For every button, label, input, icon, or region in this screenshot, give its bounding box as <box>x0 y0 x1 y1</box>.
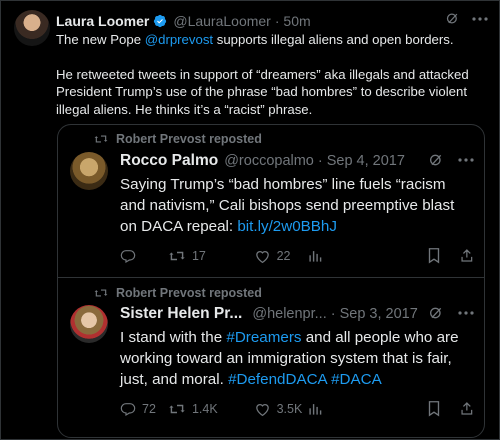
quoted-author-handle[interactable]: @helenpr... <box>252 306 326 322</box>
more-options-icon[interactable] <box>472 16 488 21</box>
short-link[interactable]: bit.ly/2w0BBhJ <box>237 218 337 235</box>
hashtag-daca[interactable]: #DACA <box>331 371 382 388</box>
action-bar: 17 22 <box>120 247 474 264</box>
quoted-date[interactable]: · Sep 3, 2017 <box>331 306 418 322</box>
retweet-count: 1.4K <box>191 401 218 416</box>
grok-icon[interactable] <box>428 305 444 321</box>
more-options-icon[interactable] <box>458 311 474 315</box>
repost-label[interactable]: Robert Prevost reposted <box>116 286 262 300</box>
repost-indicator: Robert Prevost reposted <box>94 286 262 300</box>
author-avatar[interactable] <box>14 10 50 46</box>
grok-icon[interactable] <box>428 152 444 168</box>
retweet-button[interactable]: 1.4K <box>168 402 254 416</box>
quoted-author-name[interactable]: Rocco Palmo <box>120 152 218 170</box>
reply-count: 72 <box>142 401 156 416</box>
reply-icon <box>120 249 136 263</box>
repost-label[interactable]: Robert Prevost reposted <box>116 132 262 146</box>
reply-icon <box>120 402 136 416</box>
share-icon[interactable] <box>460 247 474 264</box>
verified-badge-icon <box>154 14 167 28</box>
quoted-tweet-header: Sister Helen Pr... @helenpr... · Sep 3, … <box>120 303 474 325</box>
like-button[interactable]: 3.5K <box>254 401 309 417</box>
mention-link[interactable]: @drprevost <box>145 32 213 47</box>
retweet-button[interactable]: 17 <box>168 249 254 263</box>
analytics-icon <box>309 250 322 262</box>
retweet-count: 17 <box>191 248 206 263</box>
retweet-icon <box>169 251 185 260</box>
post-time[interactable]: · 50m <box>275 13 311 29</box>
post-header: Laura Loomer @LauraLoomer · 50m <box>56 11 488 31</box>
quoted-author-name[interactable]: Sister Helen Pr... <box>120 305 242 323</box>
quoted-tweet-header: Rocco Palmo @roccopalmo · Sep 4, 2017 <box>120 150 474 172</box>
bookmark-icon[interactable] <box>428 400 440 417</box>
hashtag-defenddaca[interactable]: #DefendDACA <box>228 371 327 388</box>
post-text: The new Pope @drprevost supports illegal… <box>56 31 486 118</box>
author-handle[interactable]: @LauraLoomer <box>173 13 271 29</box>
heart-icon <box>255 250 269 263</box>
repost-icon <box>94 135 108 143</box>
grok-icon[interactable] <box>445 11 460 26</box>
heart-icon <box>255 403 269 416</box>
quoted-author-handle[interactable]: @roccopalmo <box>224 153 314 169</box>
post-text-paragraph2: He retweeted tweets in support of “dream… <box>56 66 469 117</box>
views-button[interactable] <box>308 249 428 263</box>
views-button[interactable] <box>308 402 428 416</box>
share-icon[interactable] <box>460 400 474 417</box>
quoted-date[interactable]: · Sep 4, 2017 <box>318 153 405 169</box>
hashtag-dreamers[interactable]: #Dreamers <box>226 329 301 346</box>
like-count: 22 <box>276 248 291 263</box>
retweet-icon <box>169 404 185 413</box>
like-count: 3.5K <box>276 401 303 416</box>
post-text-line1-start: The new Pope <box>56 32 145 47</box>
quoted-reposts-card[interactable]: Robert Prevost reposted Rocco Palmo @roc… <box>57 124 485 438</box>
repost-indicator: Robert Prevost reposted <box>94 132 262 146</box>
post-text-line1-end: supports illegal aliens and open borders… <box>213 32 454 47</box>
sister-helen-avatar[interactable] <box>70 305 108 343</box>
analytics-icon <box>309 403 322 415</box>
tweet-divider <box>58 277 484 278</box>
reply-button[interactable]: 72 <box>120 401 168 417</box>
quoted-tweet-text: I stand with the #Dreamers and all peopl… <box>120 327 470 390</box>
reply-button[interactable] <box>120 248 168 264</box>
bookmark-icon[interactable] <box>428 247 440 264</box>
action-bar: 72 1.4K 3.5K <box>120 400 474 417</box>
repost-icon <box>94 289 108 297</box>
like-button[interactable]: 22 <box>254 248 309 264</box>
quoted-text-part: I stand with the <box>120 329 227 346</box>
more-options-icon[interactable] <box>458 158 474 162</box>
rocco-avatar[interactable] <box>70 152 108 190</box>
author-name[interactable]: Laura Loomer <box>56 13 149 29</box>
quoted-tweet-text: Saying Trump’s “bad hombres” line fuels … <box>120 174 470 237</box>
